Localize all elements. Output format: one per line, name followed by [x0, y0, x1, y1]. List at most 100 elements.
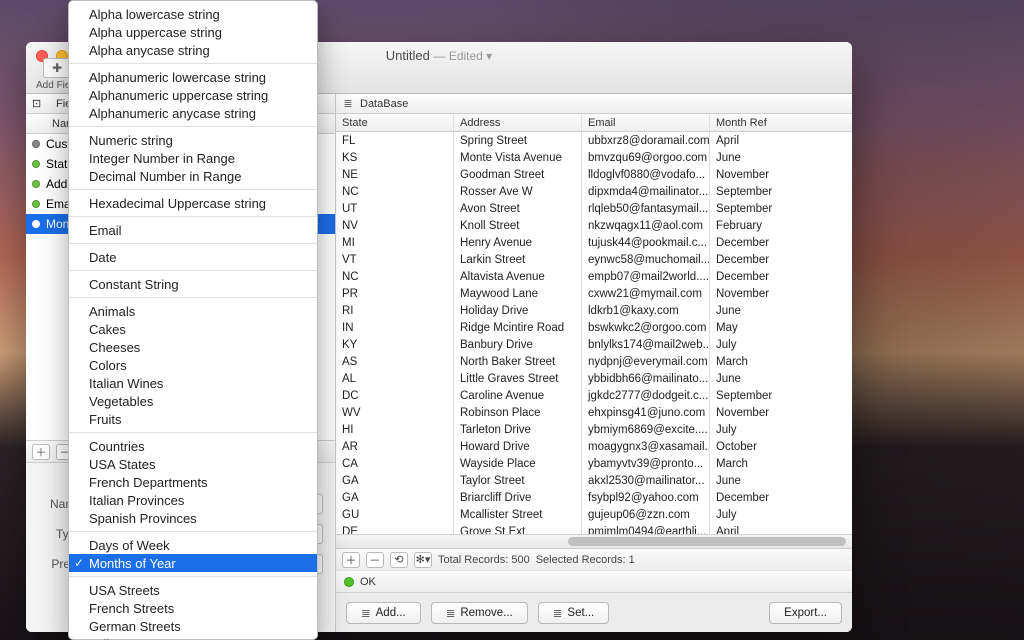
table-cell: Holiday Drive	[454, 302, 582, 319]
edited-indicator[interactable]: — Edited ▾	[433, 49, 492, 63]
column-header[interactable]: State	[336, 114, 454, 131]
dropdown-item[interactable]: Email	[69, 221, 317, 239]
table-row[interactable]: GATaylor Streetakxl2530@mailinator...Jun…	[336, 472, 852, 489]
table-cell: MI	[336, 234, 454, 251]
table-cell: akxl2530@mailinator...	[582, 472, 710, 489]
table-row[interactable]: NCRosser Ave Wdipxmda4@mailinator...Sept…	[336, 183, 852, 200]
table-row[interactable]: HITarleton Driveybmiym6869@excite....Jul…	[336, 421, 852, 438]
dropdown-item[interactable]: USA Streets	[69, 581, 317, 599]
table-row[interactable]: GUMcallister Streetgujeup06@zzn.comJuly	[336, 506, 852, 523]
add-button[interactable]: ≣Add...	[346, 602, 421, 624]
gear-icon[interactable]: ✻▾	[414, 552, 432, 568]
dropdown-item[interactable]: Alphanumeric uppercase string	[69, 86, 317, 104]
table-row[interactable]: NVKnoll Streetnkzwqagx11@aol.comFebruary	[336, 217, 852, 234]
dropdown-item[interactable]: Alphanumeric lowercase string	[69, 68, 317, 86]
table-cell: GA	[336, 472, 454, 489]
dropdown-item[interactable]: French Streets	[69, 599, 317, 617]
table-row[interactable]: KYBanbury Drivebnlylks174@mail2web...Jul…	[336, 336, 852, 353]
table-cell: September	[710, 200, 852, 217]
table-cell: Banbury Drive	[454, 336, 582, 353]
table-row[interactable]: VTLarkin Streeteynwc58@muchomail...Decem…	[336, 251, 852, 268]
table-row[interactable]: NEGoodman Streetlldoglvf0880@vodafo...No…	[336, 166, 852, 183]
dropdown-item[interactable]: Fruits	[69, 410, 317, 428]
table-cell: November	[710, 166, 852, 183]
ok-label: OK	[360, 576, 376, 588]
table-cell: empb07@mail2world....	[582, 268, 710, 285]
dropdown-item[interactable]: Hexadecimal Uppercase string	[69, 194, 317, 212]
column-header[interactable]: Address	[454, 114, 582, 131]
dropdown-item[interactable]: Italian Provinces	[69, 491, 317, 509]
dropdown-item[interactable]: Decimal Number in Range	[69, 167, 317, 185]
column-header[interactable]: Month Ref	[710, 114, 852, 131]
remove-button[interactable]: ≣Remove...	[431, 602, 528, 624]
dropdown-item[interactable]: French Departments	[69, 473, 317, 491]
dropdown-item[interactable]: Alpha anycase string	[69, 41, 317, 59]
table-header[interactable]: StateAddressEmailMonth Ref	[336, 114, 852, 132]
dropdown-item[interactable]: Colors	[69, 356, 317, 374]
table-cell: March	[710, 353, 852, 370]
dropdown-item[interactable]: Constant String	[69, 275, 317, 293]
table-row[interactable]: FLSpring Streetubbxrz8@doramail.comApril	[336, 132, 852, 149]
dropdown-item[interactable]: ✓Months of Year	[69, 554, 317, 572]
table-body[interactable]: FLSpring Streetubbxrz8@doramail.comApril…	[336, 132, 852, 534]
status-dot-icon	[32, 160, 40, 168]
table-cell: lldoglvf0880@vodafo...	[582, 166, 710, 183]
table-row[interactable]: NCAltavista Avenueempb07@mail2world....D…	[336, 268, 852, 285]
table-row[interactable]: GABriarcliff Drivefsybpl92@yahoo.comDece…	[336, 489, 852, 506]
horizontal-scrollbar[interactable]	[336, 534, 852, 548]
table-row[interactable]: DCCaroline Avenuejgkdc2777@dodgeit.c...S…	[336, 387, 852, 404]
table-cell: Henry Avenue	[454, 234, 582, 251]
dropdown-item-label: Hexadecimal Uppercase string	[89, 196, 266, 211]
add-row-icon[interactable]: ＋	[342, 552, 360, 568]
dropdown-item[interactable]: Numeric string	[69, 131, 317, 149]
table-row[interactable]: ASNorth Baker Streetnydpnj@everymail.com…	[336, 353, 852, 370]
dropdown-item[interactable]: Countries	[69, 437, 317, 455]
table-row[interactable]: KSMonte Vista Avenuebmvzqu69@orgoo.comJu…	[336, 149, 852, 166]
dropdown-item[interactable]: Integer Number in Range	[69, 149, 317, 167]
table-row[interactable]: ARHoward Drivemoagygnx3@xasamail...Octob…	[336, 438, 852, 455]
table-cell: Larkin Street	[454, 251, 582, 268]
table-row[interactable]: UTAvon Streetrlqleb50@fantasymail...Sept…	[336, 200, 852, 217]
table-row[interactable]: ALLittle Graves Streetybbidbh66@mailinat…	[336, 370, 852, 387]
table-cell: NC	[336, 268, 454, 285]
dropdown-item[interactable]: Spanish Provinces	[69, 509, 317, 527]
table-row[interactable]: PRMaywood Lanecxww21@mymail.comNovember	[336, 285, 852, 302]
type-dropdown-menu[interactable]: Alpha lowercase stringAlpha uppercase st…	[68, 0, 318, 640]
dropdown-item[interactable]: USA States	[69, 455, 317, 473]
table-row[interactable]: DEGrove St Extpmjmlm0494@earthli...April	[336, 523, 852, 534]
remove-row-icon[interactable]: －	[366, 552, 384, 568]
dropdown-item[interactable]: Cakes	[69, 320, 317, 338]
export-button[interactable]: Export...	[769, 602, 842, 624]
dropdown-item[interactable]: Alpha uppercase string	[69, 23, 317, 41]
table-cell: December	[710, 489, 852, 506]
table-cell: Spring Street	[454, 132, 582, 149]
table-row[interactable]: CAWayside Placeybamyvtv39@pronto...March	[336, 455, 852, 472]
column-header[interactable]: Email	[582, 114, 710, 131]
table-cell: March	[710, 455, 852, 472]
separator	[69, 189, 317, 190]
dropdown-item[interactable]: Cheeses	[69, 338, 317, 356]
dropdown-item[interactable]: Vegetables	[69, 392, 317, 410]
table-cell: CA	[336, 455, 454, 472]
table-row[interactable]: RIHoliday Driveldkrb1@kaxy.comJune	[336, 302, 852, 319]
dropdown-item[interactable]: German Streets	[69, 617, 317, 635]
dropdown-item[interactable]: Animals	[69, 302, 317, 320]
table-cell: NC	[336, 183, 454, 200]
set-button[interactable]: ≣Set...	[538, 602, 610, 624]
add-field-icon[interactable]: ＋	[32, 444, 50, 460]
dropdown-item[interactable]: Alphanumeric anycase string	[69, 104, 317, 122]
dropdown-item[interactable]: Alpha lowercase string	[69, 5, 317, 23]
button-bar: ≣Add... ≣Remove... ≣Set... Export...	[336, 592, 852, 632]
reload-icon[interactable]: ⟲	[390, 552, 408, 568]
dropdown-item[interactable]: Days of Week	[69, 536, 317, 554]
table-cell: nydpnj@everymail.com	[582, 353, 710, 370]
table-row[interactable]: WVRobinson Placeehxpinsg41@juno.comNovem…	[336, 404, 852, 421]
table-cell: DE	[336, 523, 454, 534]
dropdown-item[interactable]: Italian Wines	[69, 374, 317, 392]
table-row[interactable]: MIHenry Avenuetujusk44@pookmail.c...Dece…	[336, 234, 852, 251]
disclosure-icon[interactable]: ⊡	[32, 97, 46, 110]
table-row[interactable]: INRidge Mcintire Roadbswkwkc2@orgoo.comM…	[336, 319, 852, 336]
dropdown-item[interactable]: Italian Streets	[69, 635, 317, 640]
dropdown-item[interactable]: Date	[69, 248, 317, 266]
status-dot-icon	[32, 140, 40, 148]
